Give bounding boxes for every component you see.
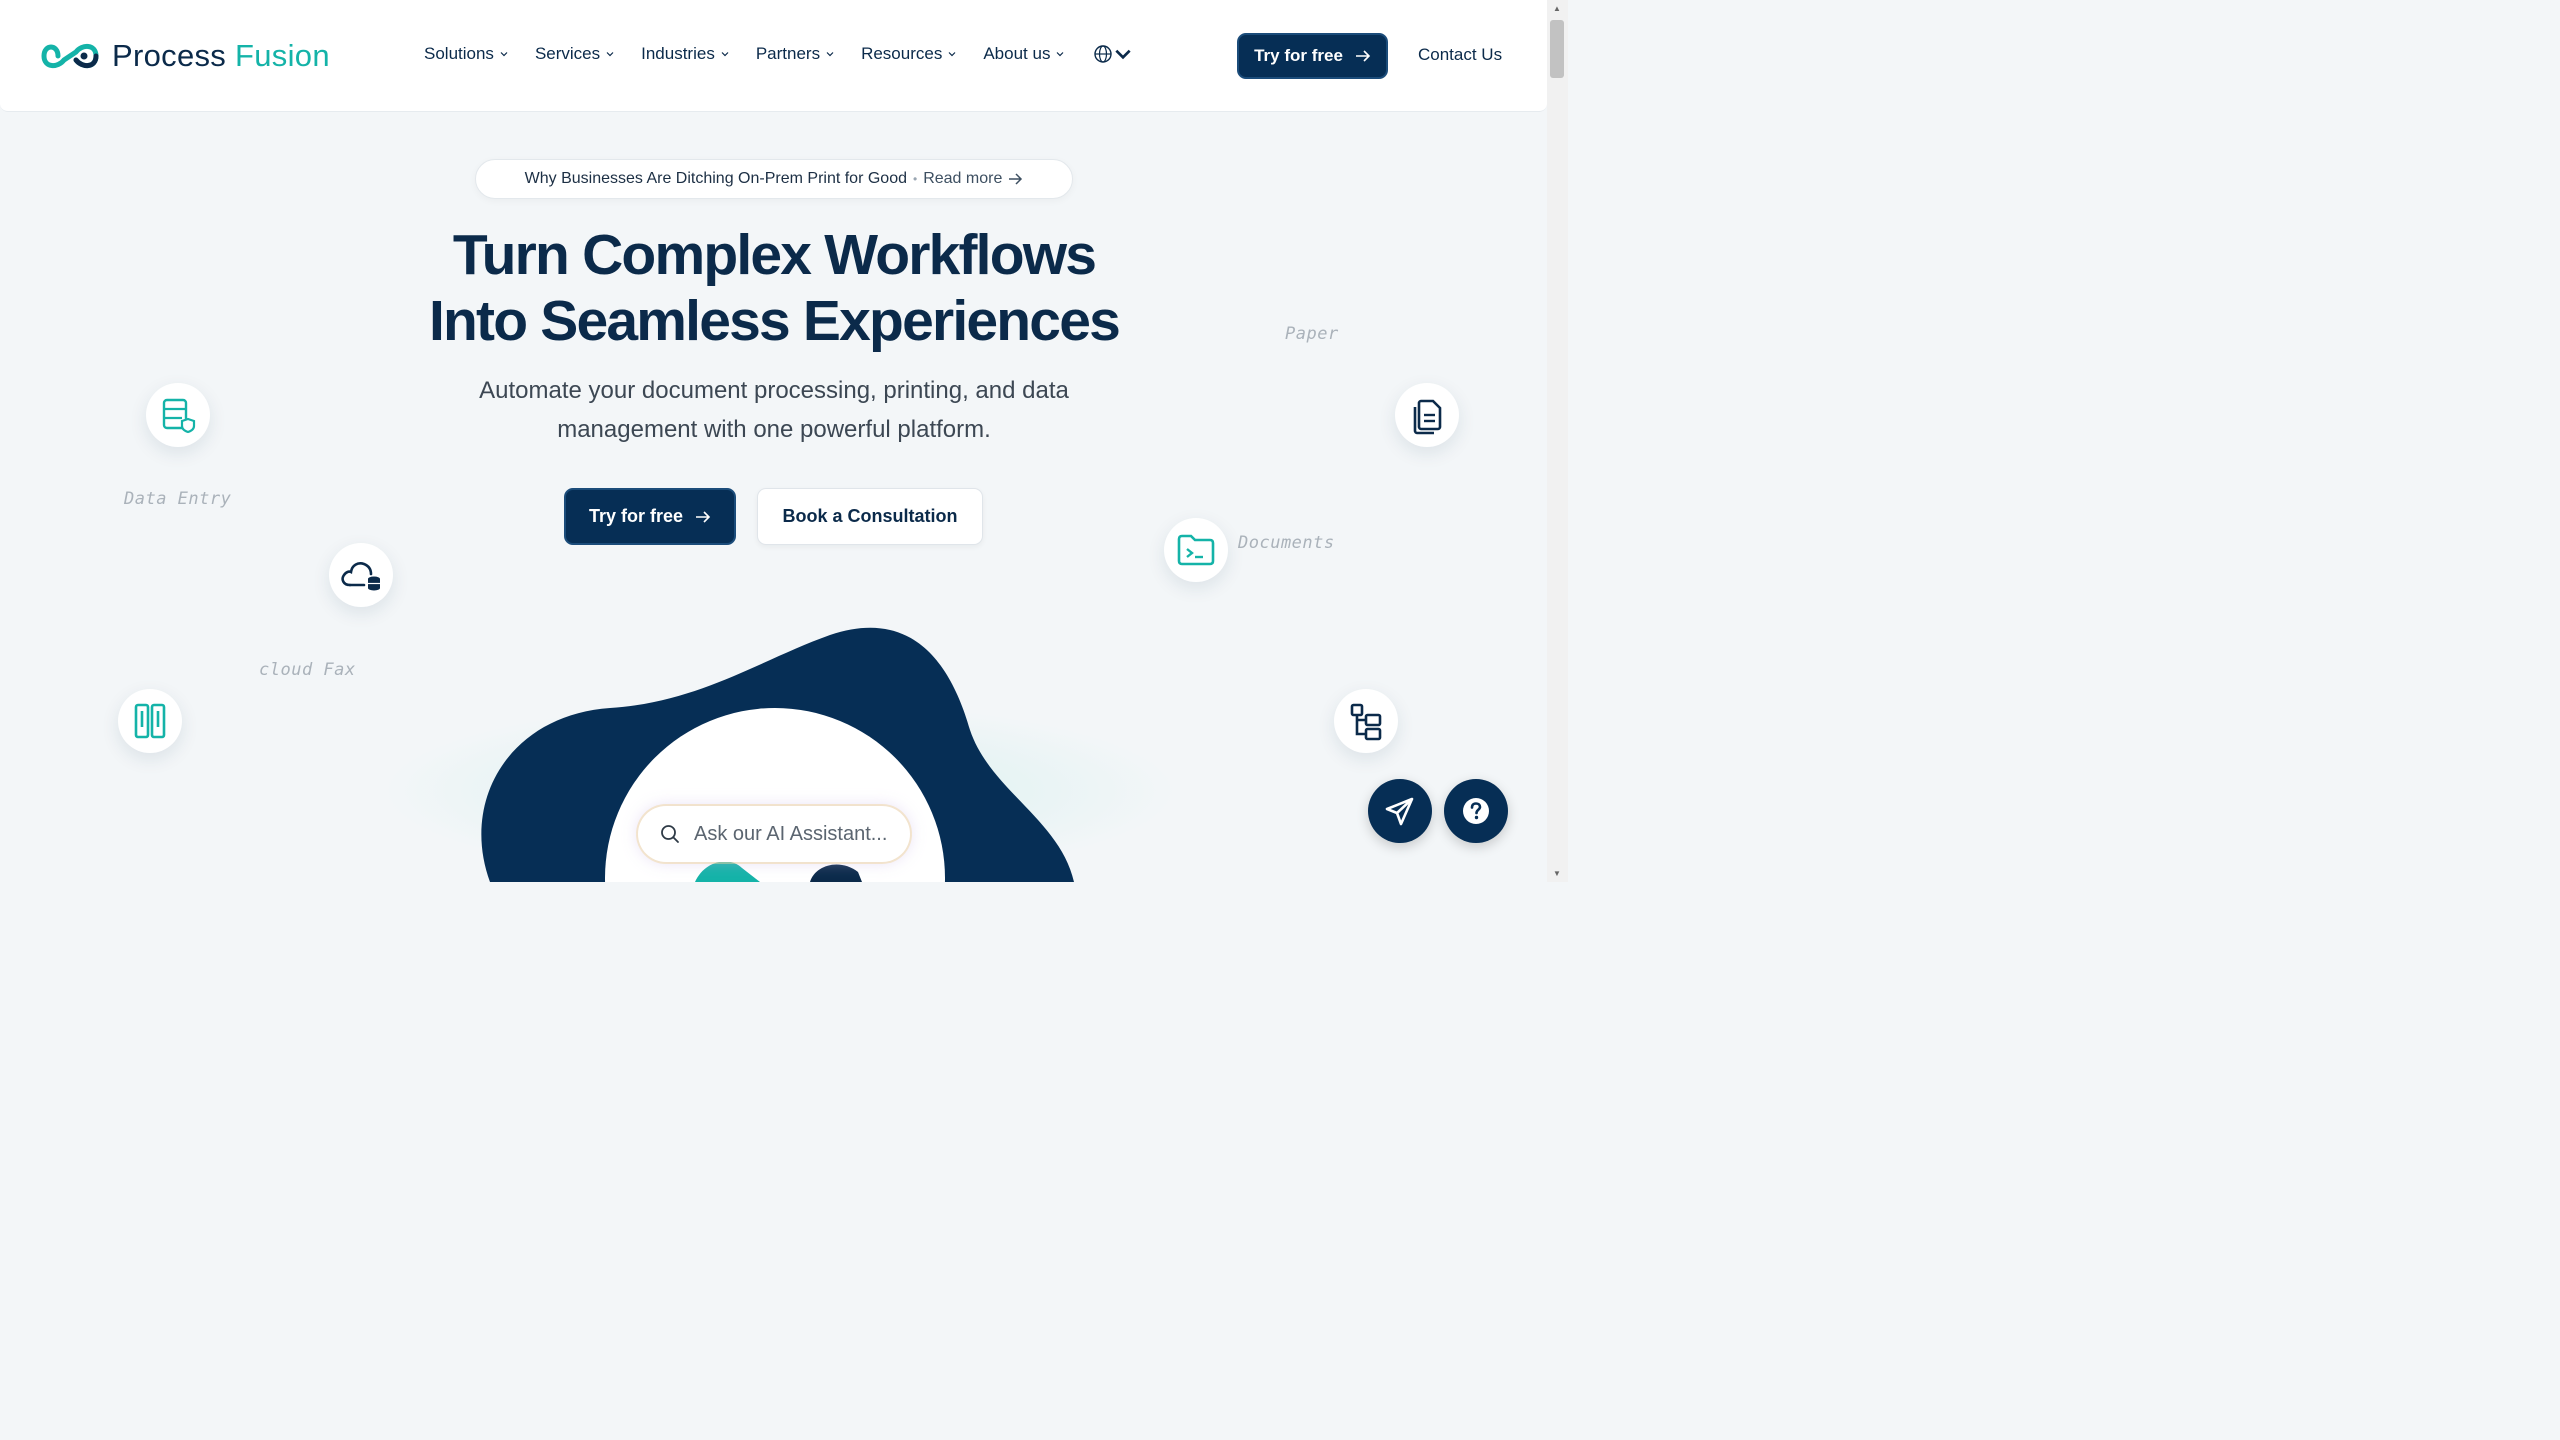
cloud-fax-label: cloud Fax	[259, 660, 356, 680]
ai-assistant-placeholder: Ask our AI Assistant...	[694, 822, 888, 845]
logo-infinity-icon	[41, 44, 99, 68]
scrollbar-thumb[interactable]	[1550, 20, 1564, 78]
nav-item-resources[interactable]: Resources	[861, 44, 957, 64]
subhead-line-1: Automate your document processing, print…	[479, 377, 1069, 404]
subhead-line-2: management with one powerful platform.	[557, 416, 991, 443]
page-scrollbar[interactable]: ▲ ▼	[1547, 0, 1568, 882]
chevron-down-icon	[826, 52, 834, 57]
headline-line-2: Into Seamless Experiences	[428, 289, 1121, 353]
arrow-right-icon	[1009, 173, 1023, 185]
announcement-text: Why Businesses Are Ditching On-Prem Prin…	[524, 170, 907, 187]
sitemap-icon	[1350, 703, 1382, 741]
send-message-button[interactable]	[1368, 779, 1432, 843]
search-icon	[661, 825, 679, 843]
paper-label: Paper	[1285, 324, 1339, 344]
language-selector[interactable]	[1093, 44, 1133, 64]
scroll-down-arrow-icon[interactable]: ▼	[1553, 869, 1561, 878]
folder-terminal-badge	[1164, 518, 1228, 582]
nav-item-label: About us	[983, 44, 1051, 63]
help-button[interactable]	[1444, 779, 1508, 843]
binders-icon	[134, 703, 166, 739]
nav-item-label: Industries	[641, 44, 715, 63]
help-icon	[1463, 798, 1489, 824]
logo-text-part1: Process	[112, 38, 227, 73]
hero-subheadline: Automate your document processing, print…	[430, 371, 1118, 449]
announcement-pill[interactable]: Why Businesses Are Ditching On-Prem Prin…	[475, 159, 1073, 199]
send-icon	[1385, 797, 1414, 826]
read-more-label: Read more	[923, 170, 1003, 187]
files-icon	[1413, 399, 1442, 435]
nav-item-label: Solutions	[424, 44, 494, 63]
globe-icon	[1094, 45, 1113, 63]
try-for-free-nav-button[interactable]: Try for free	[1237, 33, 1388, 79]
chevron-down-icon	[500, 52, 508, 57]
hero-headline: Turn Complex Workflows Into Seamless Exp…	[380, 222, 1168, 354]
main-nav: Solutions Services Industries Partners R…	[424, 44, 1133, 64]
sitemap-badge	[1334, 689, 1398, 753]
book-consultation-button[interactable]: Book a Consultation	[757, 488, 983, 545]
chevron-down-icon	[1057, 52, 1064, 57]
ai-assistant-input[interactable]: Ask our AI Assistant...	[638, 806, 910, 862]
binders-badge	[118, 689, 182, 753]
arrow-right-icon	[696, 510, 711, 523]
try-for-free-button[interactable]: Try for free	[564, 488, 736, 545]
nav-item-about[interactable]: About us	[983, 44, 1065, 64]
nav-item-label: Partners	[755, 44, 821, 63]
nav-item-solutions[interactable]: Solutions	[424, 44, 509, 64]
button-label: Try for free	[588, 506, 684, 526]
database-shield-icon	[162, 398, 196, 434]
contact-us-link[interactable]: Contact Us	[1418, 45, 1502, 65]
chevron-down-icon	[1115, 49, 1132, 60]
database-shield-badge	[146, 383, 210, 447]
nav-item-partners[interactable]: Partners	[756, 44, 835, 64]
button-label: Book a Consultation	[782, 506, 958, 526]
nav-item-industries[interactable]: Industries	[641, 44, 730, 64]
logo[interactable]: Process Fusion	[38, 34, 330, 78]
announcement-separator: •	[913, 172, 918, 186]
headline-line-1: Turn Complex Workflows	[452, 223, 1097, 287]
chevron-down-icon	[721, 52, 729, 57]
documents-label: Documents	[1238, 533, 1335, 553]
folder-terminal-icon	[1177, 534, 1215, 566]
nav-item-services[interactable]: Services	[535, 44, 615, 64]
files-badge	[1395, 383, 1459, 447]
scroll-up-arrow-icon[interactable]: ▲	[1553, 4, 1561, 13]
cloud-storage-icon	[341, 562, 380, 591]
top-navbar: Process Fusion Solutions Services Indust…	[0, 0, 1547, 112]
chevron-down-icon	[948, 52, 956, 57]
arrow-right-icon	[1355, 50, 1371, 62]
read-more-link[interactable]: Read more	[923, 170, 1023, 188]
cloud-storage-badge	[329, 543, 393, 607]
data-entry-label: Data Entry	[124, 489, 232, 509]
logo-text-part2: Fusion	[235, 38, 330, 73]
logo-text: Process Fusion	[112, 38, 330, 74]
chevron-down-icon	[606, 52, 614, 57]
nav-item-label: Resources	[861, 44, 943, 63]
button-label: Try for free	[1254, 46, 1343, 65]
nav-item-label: Services	[534, 44, 601, 63]
